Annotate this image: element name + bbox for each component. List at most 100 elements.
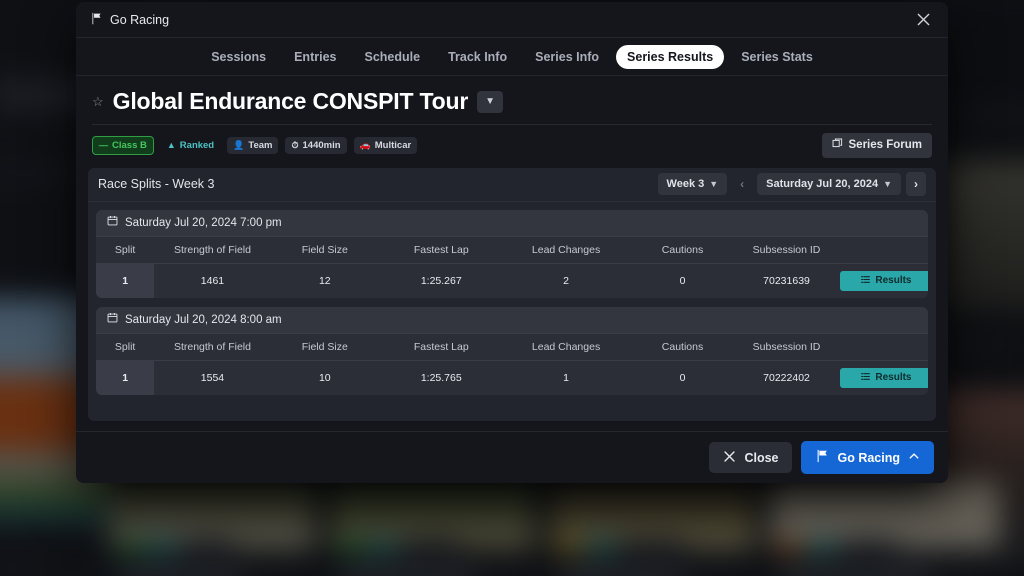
cell-fastest-lap: 1:25.267 <box>420 274 462 287</box>
modal-body: Race Splits - Week 3 Week 3 ▼ ‹ Saturday… <box>76 167 948 431</box>
car-icon: 🚗 <box>359 139 371 150</box>
modal-titlebar: Go Racing <box>76 2 948 38</box>
cell-subsession-id: 70222402 <box>763 371 810 384</box>
series-header: ☆ Global Endurance CONSPIT Tour ▼ ⎯⎯ Cla… <box>76 76 948 168</box>
prev-date-button[interactable]: ‹ <box>732 172 752 196</box>
tab-series-results[interactable]: Series Results <box>616 44 725 69</box>
cell-field-size: 10 <box>318 371 331 384</box>
race-splits-panel: Race Splits - Week 3 Week 3 ▼ ‹ Saturday… <box>88 167 936 422</box>
ranked-icon: ▲ <box>166 139 176 150</box>
column-header-fastest-lap: Fastest Lap <box>378 236 504 264</box>
calendar-icon <box>107 215 118 230</box>
column-header-actions <box>836 236 928 264</box>
session-card: Saturday Jul 20, 2024 8:00 am Split Stre… <box>96 306 928 395</box>
close-button-label: Close <box>744 450 779 465</box>
flag-icon <box>815 449 829 466</box>
cell-lead-changes: 2 <box>563 274 569 287</box>
session-card-header: Saturday Jul 20, 2024 7:00 pm <box>96 209 928 237</box>
list-icon <box>861 275 871 287</box>
go-racing-button-label: Go Racing <box>837 450 900 465</box>
table-header-row: Split Strength of Field Field Size Faste… <box>96 236 928 264</box>
chevron-down-icon: ▼ <box>883 179 892 189</box>
badge-label: 1440min <box>302 139 341 151</box>
tab-bar: Sessions Entries Schedule Track Info Ser… <box>76 38 948 76</box>
column-header-strength-of-field: Strength of Field <box>154 333 271 361</box>
results-button-label: Results <box>875 275 912 286</box>
close-button[interactable]: Close <box>709 441 793 474</box>
session-heading: Saturday Jul 20, 2024 8:00 am <box>125 313 282 326</box>
go-racing-modal: Go Racing Sessions Entries Schedule Trac… <box>76 2 948 483</box>
table-header-row: Split Strength of Field Field Size Faste… <box>96 333 928 361</box>
column-header-subsession-id: Subsession ID <box>736 333 837 361</box>
team-icon: 👤 <box>233 139 245 150</box>
cell-split: 1 <box>96 360 155 395</box>
badge-label: Team <box>248 139 273 151</box>
status-badge-class-b: ⎯⎯ Class B <box>92 135 154 155</box>
results-button[interactable]: Results <box>840 367 928 388</box>
week-selector[interactable]: Week 3 ▼ <box>657 173 728 195</box>
column-header-lead-changes: Lead Changes <box>503 236 629 264</box>
badge-row: ⎯⎯ Class B ▲ Ranked 👤 Team ⏱ 1440min 🚗 M… <box>92 125 932 168</box>
cell-actions: Results <box>836 360 928 395</box>
chevron-down-icon: ▼ <box>709 179 719 189</box>
cell-strength-of-field: 1461 <box>200 274 225 287</box>
close-icon[interactable] <box>908 5 938 35</box>
cell-strength-of-field: 1554 <box>200 371 225 384</box>
series-dropdown-chevron-down-icon[interactable]: ▼ <box>477 90 504 113</box>
modal-title: Go Racing <box>90 12 169 28</box>
column-header-cautions: Cautions <box>628 236 737 264</box>
next-date-button[interactable]: › <box>906 172 926 196</box>
flag-icon <box>90 12 103 28</box>
table-row[interactable]: 1 1461 12 1:25.267 2 0 70231639 Results <box>96 263 928 298</box>
date-selector-label: Saturday Jul 20, 2024 <box>766 178 879 190</box>
race-splits-list[interactable]: Saturday Jul 20, 2024 7:00 pm Split Stre… <box>88 202 936 422</box>
list-icon <box>861 372 871 384</box>
cell-subsession-id: 70231639 <box>763 274 810 287</box>
column-header-actions <box>836 333 928 361</box>
results-button-label: Results <box>875 372 912 383</box>
session-card-header: Saturday Jul 20, 2024 8:00 am <box>96 306 928 334</box>
star-outline-icon[interactable]: ☆ <box>92 94 104 110</box>
tab-schedule[interactable]: Schedule <box>353 45 431 69</box>
cell-cautions: 0 <box>679 371 686 384</box>
chevron-up-icon <box>908 450 920 465</box>
tab-sessions[interactable]: Sessions <box>200 45 277 69</box>
tab-series-info[interactable]: Series Info <box>524 45 610 69</box>
table-row[interactable]: 1 1554 10 1:25.765 1 0 70222402 Results <box>96 360 928 395</box>
column-header-subsession-id: Subsession ID <box>736 236 837 264</box>
cell-lead-changes: 1 <box>563 371 569 384</box>
cell-cautions: 0 <box>679 274 686 287</box>
cell-field-size: 12 <box>318 274 331 287</box>
cell-actions: Results <box>836 263 928 298</box>
forum-icon <box>832 138 843 153</box>
splits-table: Split Strength of Field Field Size Faste… <box>96 236 928 298</box>
license-icon: ⎯⎯ <box>99 139 109 150</box>
results-button[interactable]: Results <box>840 270 928 291</box>
date-selector[interactable]: Saturday Jul 20, 2024 ▼ <box>757 173 901 195</box>
cell-split: 1 <box>96 263 155 298</box>
splits-table: Split Strength of Field Field Size Faste… <box>96 333 928 395</box>
series-forum-button[interactable]: Series Forum <box>821 133 932 158</box>
status-badge-duration: ⏱ 1440min <box>285 136 347 154</box>
go-racing-button[interactable]: Go Racing <box>801 441 934 474</box>
close-icon <box>723 450 736 466</box>
column-header-split: Split <box>96 236 155 264</box>
cell-fastest-lap: 1:25.765 <box>420 371 462 384</box>
badge-label: Multicar <box>374 139 412 151</box>
status-badge-team: 👤 Team <box>227 136 279 154</box>
tab-entries[interactable]: Entries <box>283 45 347 69</box>
race-splits-title: Race Splits - Week 3 <box>98 177 215 191</box>
page-title: Global Endurance CONSPIT Tour <box>112 88 469 114</box>
tab-series-stats[interactable]: Series Stats <box>730 45 824 69</box>
badge-label: Class B <box>112 139 147 151</box>
column-header-field-size: Field Size <box>270 236 379 264</box>
status-badge-multicar: 🚗 Multicar <box>353 136 418 154</box>
column-header-split: Split <box>96 333 155 361</box>
column-header-field-size: Field Size <box>270 333 379 361</box>
week-selector-label: Week 3 <box>666 178 705 190</box>
column-header-fastest-lap: Fastest Lap <box>378 333 504 361</box>
modal-footer: Close Go Racing <box>76 431 948 483</box>
tab-track-info[interactable]: Track Info <box>437 45 518 69</box>
calendar-icon <box>107 312 118 327</box>
column-header-cautions: Cautions <box>628 333 737 361</box>
